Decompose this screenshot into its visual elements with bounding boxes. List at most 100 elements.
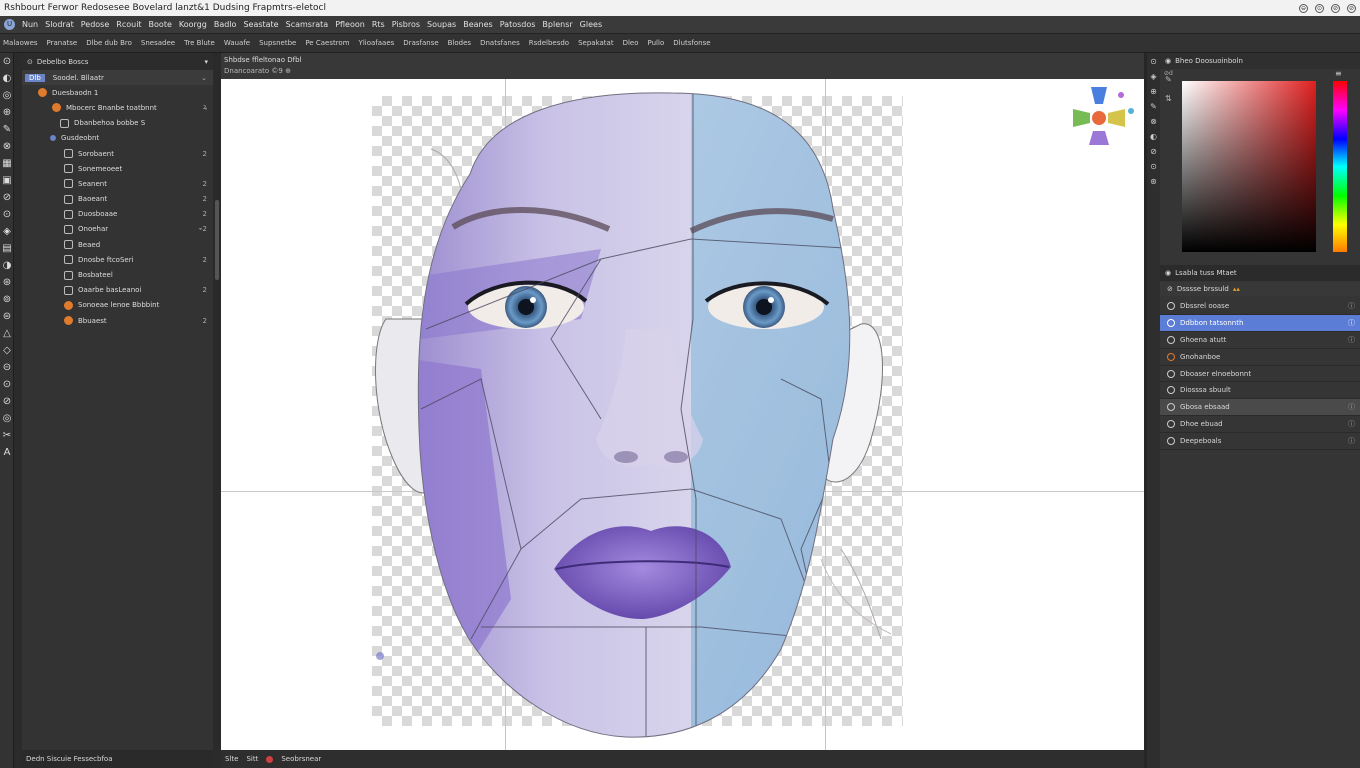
- hue-slider[interactable]: [1333, 81, 1347, 252]
- visibility-icon[interactable]: [1167, 403, 1175, 412]
- status-item[interactable]: Sitt: [246, 755, 258, 763]
- eyedropper-icon[interactable]: ✎: [1165, 75, 1177, 84]
- menu-item[interactable]: Bplensr: [542, 20, 572, 29]
- move-tool-icon[interactable]: ⊙: [0, 53, 14, 70]
- tree-row[interactable]: Duesbaodn 1: [22, 85, 213, 100]
- swap-colors-icon[interactable]: ⇅: [1165, 94, 1177, 103]
- strip-icon[interactable]: ⊕: [1147, 87, 1160, 102]
- menu-item[interactable]: Pfleoon: [335, 20, 365, 29]
- tree-group-row[interactable]: Dlb Soodel. Bllaatr ⌄: [22, 70, 213, 86]
- strip-icon[interactable]: ⊛: [1147, 177, 1160, 192]
- tree-row[interactable]: Beaed: [22, 237, 213, 252]
- option-item[interactable]: Rsdelbesdo: [529, 39, 569, 47]
- frame-tool-icon[interactable]: ▦: [0, 155, 14, 172]
- menu-item[interactable]: Glees: [580, 20, 602, 29]
- gradient-tool-icon[interactable]: ◑: [0, 257, 14, 274]
- group-tab[interactable]: Dlb: [25, 73, 45, 82]
- option-item[interactable]: Ylioafaaes: [359, 39, 395, 47]
- tree-row[interactable]: Bosbateel: [22, 267, 213, 282]
- layer-row[interactable]: Dboaser elnoebonnt: [1160, 366, 1360, 383]
- visibility-icon[interactable]: [1167, 420, 1175, 429]
- expand-icon[interactable]: ⌄: [201, 74, 213, 82]
- canvas[interactable]: [221, 79, 1144, 750]
- option-item[interactable]: Dleo: [623, 39, 639, 47]
- menu-item[interactable]: Pedose: [81, 20, 110, 29]
- layer-row-hover[interactable]: Gbosa ebsaad ⓘ: [1160, 399, 1360, 417]
- strip-icon[interactable]: ⊗: [1147, 117, 1160, 132]
- brush-tool-icon[interactable]: ✎: [0, 121, 14, 138]
- ruler-tool-icon[interactable]: ◎: [0, 410, 14, 427]
- menu-item[interactable]: Slodrat: [45, 20, 74, 29]
- layer-row[interactable]: Diosssa sbuult: [1160, 382, 1360, 400]
- status-item[interactable]: Slte: [225, 755, 238, 763]
- tree-row[interactable]: Dbanbehoa bobbe S: [22, 116, 213, 131]
- patch-tool-icon[interactable]: ⊘: [0, 189, 14, 206]
- option-item[interactable]: Pranatse: [47, 39, 78, 47]
- option-item[interactable]: Snesadee: [141, 39, 175, 47]
- tree-row[interactable]: Duosboaae 2: [22, 207, 213, 222]
- strip-icon[interactable]: ⊘: [1147, 147, 1160, 162]
- menu-item[interactable]: Rts: [372, 20, 385, 29]
- visibility-icon[interactable]: [1167, 437, 1175, 446]
- layer-row-selected[interactable]: Ddbbon tatsonnth ⓘ: [1160, 314, 1360, 332]
- scrollbar-thumb[interactable]: [215, 200, 219, 280]
- lasso-tool-icon[interactable]: ◐: [0, 70, 14, 87]
- visibility-icon[interactable]: [1167, 352, 1175, 361]
- layer-info-icon[interactable]: ⓘ: [1348, 419, 1360, 429]
- strip-icon[interactable]: ✎: [1147, 102, 1160, 117]
- path-tool-icon[interactable]: ◇: [0, 342, 14, 359]
- record-icon[interactable]: [266, 755, 274, 763]
- shape-tool-icon[interactable]: △: [0, 325, 14, 342]
- menu-item[interactable]: Boote: [149, 20, 172, 29]
- close-icon[interactable]: ⊘: [1347, 3, 1356, 13]
- menu-item[interactable]: Soupas: [427, 20, 456, 29]
- menu-item[interactable]: Scamsrata: [286, 20, 329, 29]
- menu-item[interactable]: Seastate: [243, 20, 278, 29]
- option-item[interactable]: Tre Blute: [184, 39, 215, 47]
- menu-item[interactable]: Nun: [22, 20, 38, 29]
- menu-item[interactable]: Pisbros: [392, 20, 420, 29]
- eyedropper-tool-icon[interactable]: ⊘: [0, 393, 14, 410]
- option-item[interactable]: Pullo: [648, 39, 665, 47]
- option-item[interactable]: Dnatsfanes: [480, 39, 520, 47]
- crop-tool-icon[interactable]: ⊕: [0, 104, 14, 121]
- spot-tool-icon[interactable]: ⊙: [0, 206, 14, 223]
- strip-icon[interactable]: ◈: [1147, 72, 1160, 87]
- color-picker-field[interactable]: [1182, 81, 1316, 252]
- hand-tool-icon[interactable]: ⊝: [0, 359, 14, 376]
- document-tab[interactable]: Shbdse ffleltonao Dfbl Dnancoarato ©9 ⊕: [221, 53, 1144, 79]
- visibility-icon[interactable]: [1167, 386, 1175, 395]
- visibility-icon[interactable]: [1167, 301, 1175, 310]
- dodge-tool-icon[interactable]: ⊚: [0, 291, 14, 308]
- layer-row[interactable]: Dhoe ebuad ⓘ: [1160, 416, 1360, 434]
- visibility-icon[interactable]: [1167, 335, 1175, 344]
- layer-row[interactable]: Gnohanboe: [1160, 349, 1360, 366]
- option-item[interactable]: Pe Caestrom: [305, 39, 349, 47]
- menu-item[interactable]: Rcouit: [116, 20, 141, 29]
- tree-row[interactable]: Sonoeae lenoe Bbbbint: [22, 298, 213, 313]
- restore-icon[interactable]: ⊙: [1315, 3, 1324, 13]
- tree-row[interactable]: Baoeant 2: [22, 192, 213, 207]
- layer-info-icon[interactable]: ⓘ: [1348, 436, 1360, 446]
- tree-row[interactable]: Gusdeobnt: [22, 131, 213, 146]
- slice-tool-icon[interactable]: ✂: [0, 427, 14, 444]
- menu-item[interactable]: Patosdos: [500, 20, 536, 29]
- blur-tool-icon[interactable]: ⊛: [0, 274, 14, 291]
- menu-item[interactable]: Koorgg: [179, 20, 207, 29]
- history-tool-icon[interactable]: ▤: [0, 240, 14, 257]
- menu-item[interactable]: Beanes: [463, 20, 492, 29]
- select-tool-icon[interactable]: ◎: [0, 87, 14, 104]
- tree-row[interactable]: Mbocerc Bnanbe toatbnnt ꝝ: [22, 100, 213, 115]
- option-item[interactable]: Sepakatat: [578, 39, 613, 47]
- option-item[interactable]: Malaowes: [3, 39, 38, 47]
- option-item[interactable]: Supsnetbe: [259, 39, 296, 47]
- option-item[interactable]: Wauafe: [224, 39, 250, 47]
- layer-info-icon[interactable]: ⓘ: [1348, 318, 1360, 328]
- strip-icon[interactable]: ◐: [1147, 132, 1160, 147]
- minimize-icon[interactable]: ⊖: [1299, 3, 1308, 13]
- layer-info-icon[interactable]: ⓘ: [1348, 402, 1360, 412]
- layers-subheader[interactable]: ⊘ Dsssse brssuld ▴▴: [1160, 282, 1360, 296]
- eraser-tool-icon[interactable]: ⊗: [0, 138, 14, 155]
- app-logo-icon[interactable]: U: [4, 19, 15, 30]
- option-item[interactable]: Drasfanse: [403, 39, 438, 47]
